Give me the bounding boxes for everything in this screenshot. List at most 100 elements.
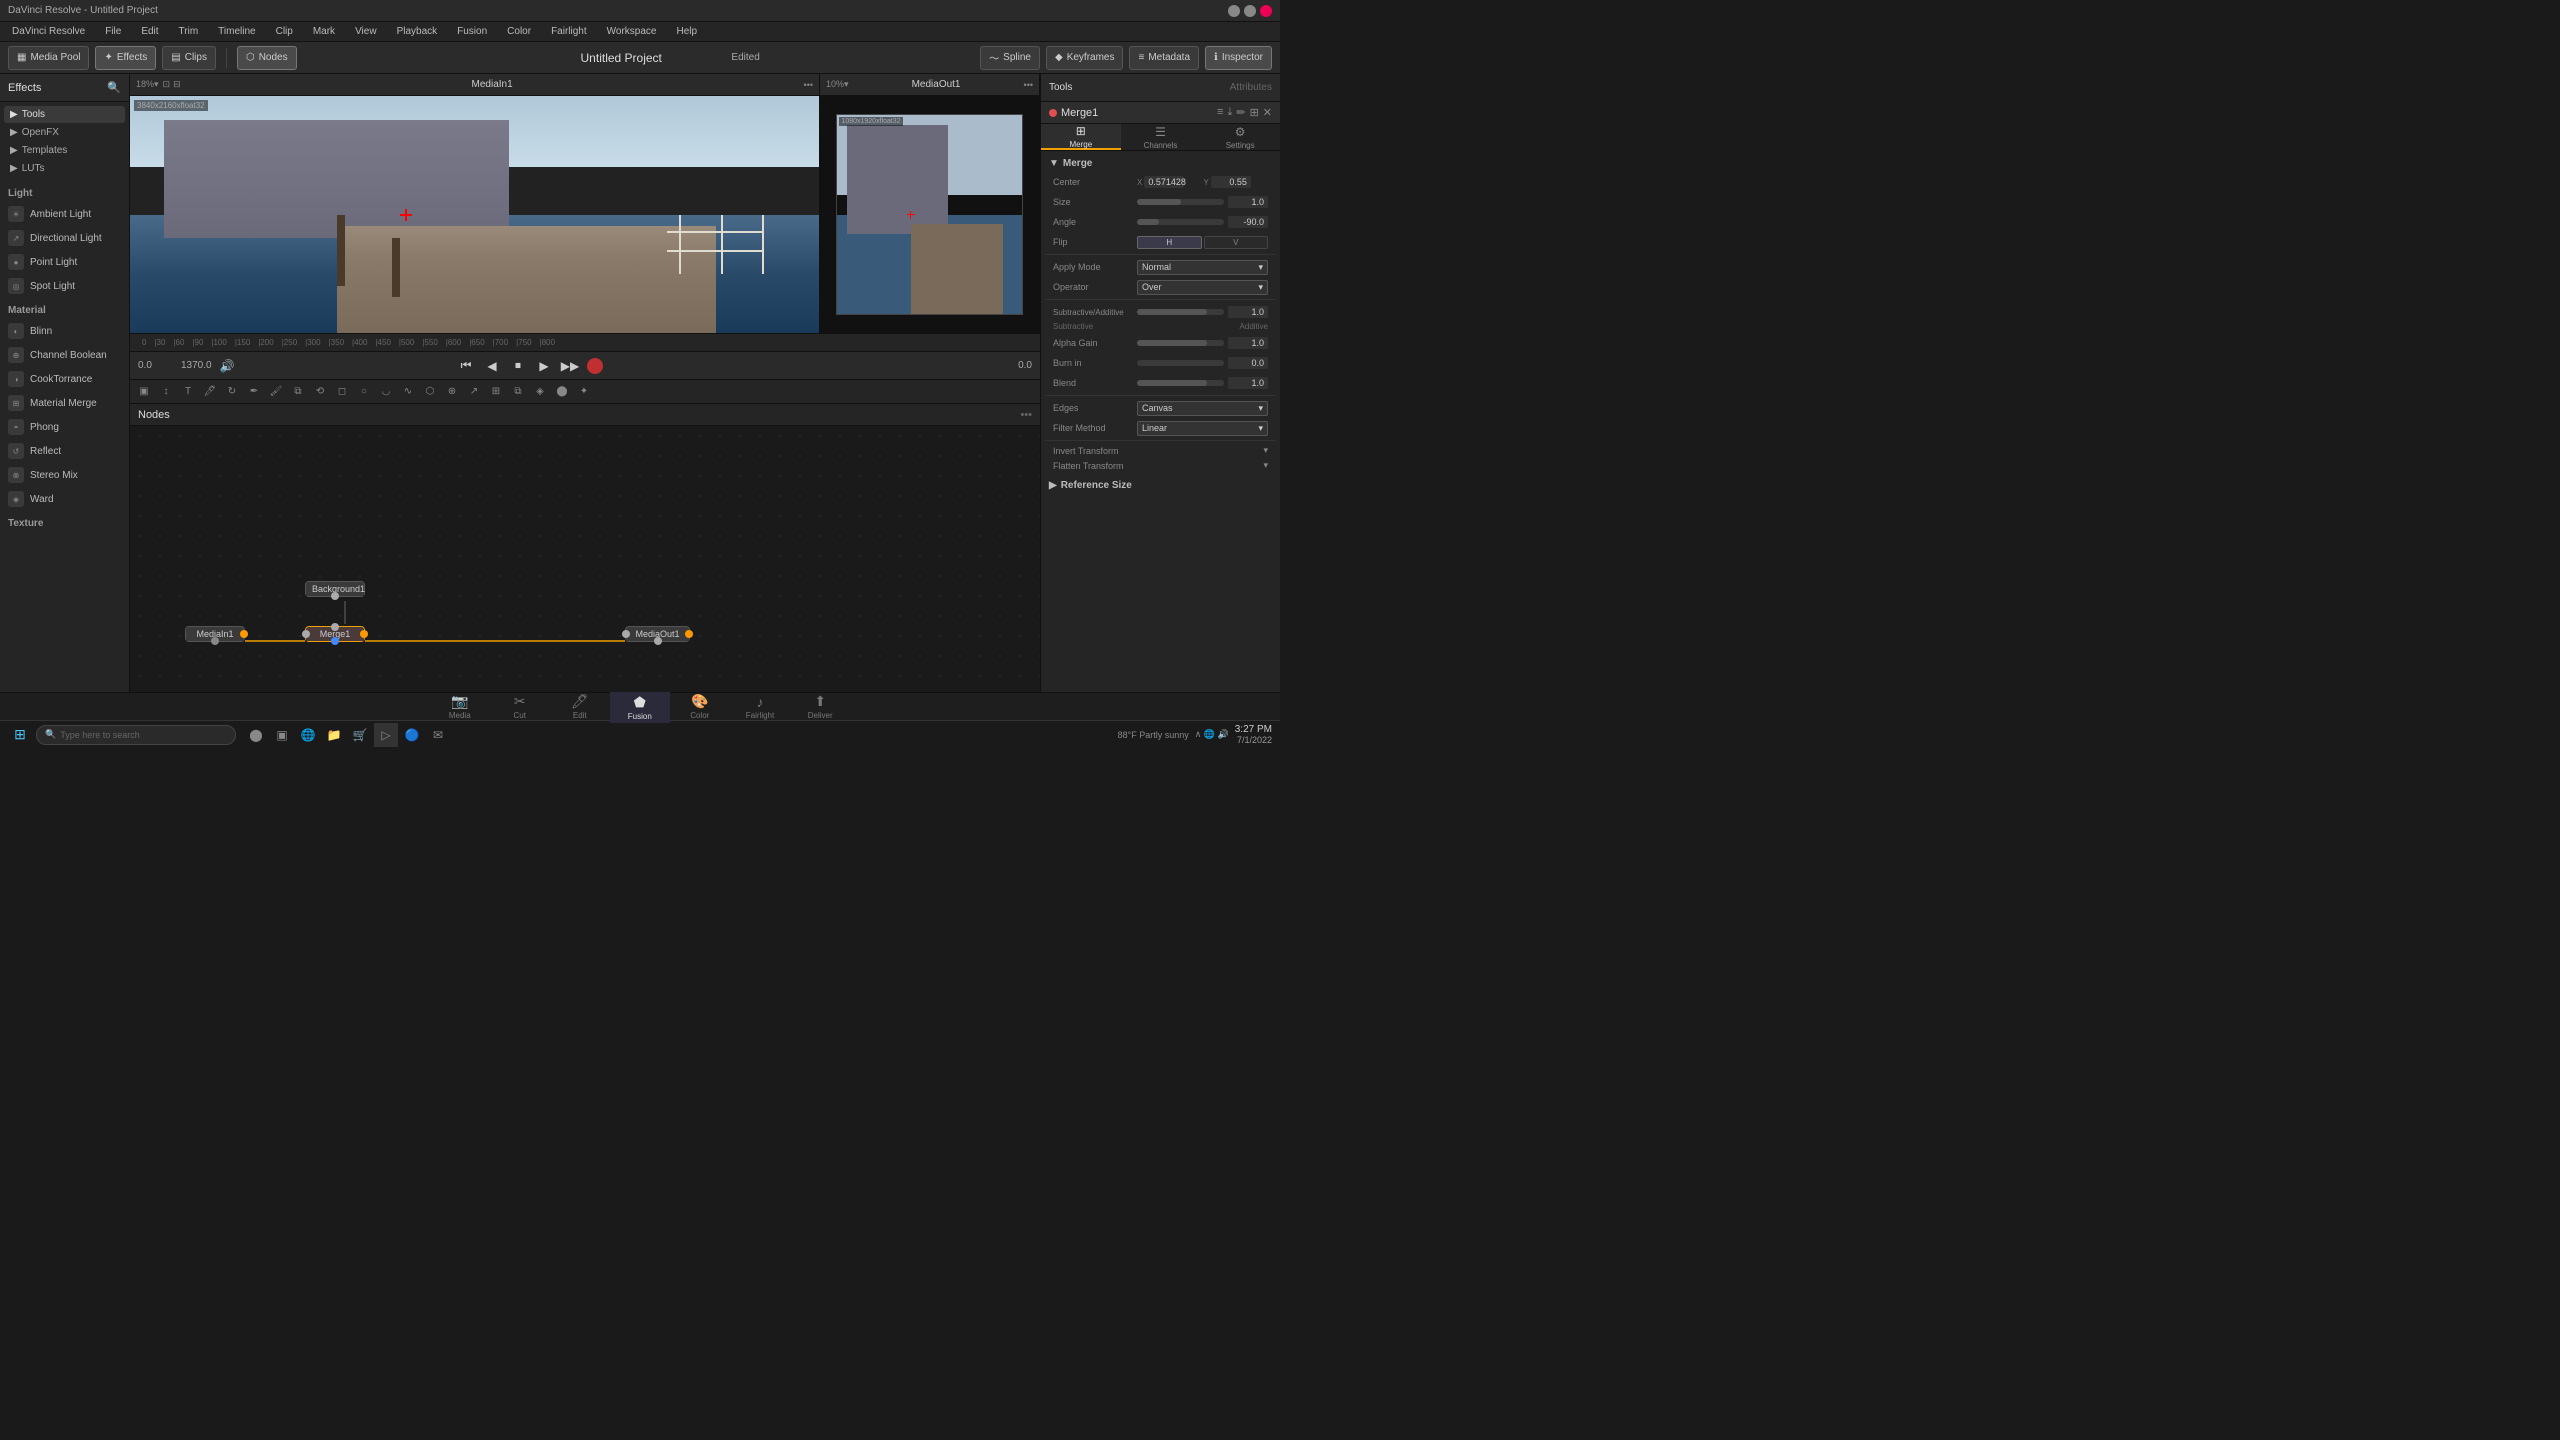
- phong-item[interactable]: ◓ Phong: [0, 415, 129, 439]
- channel-boolean-item[interactable]: ⊕ Channel Boolean: [0, 343, 129, 367]
- windows-search[interactable]: 🔍 Type here to search: [36, 725, 236, 745]
- node-merge1[interactable]: Merge1: [305, 626, 365, 642]
- point-light-item[interactable]: ● Point Light: [0, 250, 129, 274]
- right-zoom[interactable]: 10%▾: [826, 79, 849, 90]
- cooktorrance-item[interactable]: ◑ CookTorrance: [0, 367, 129, 391]
- nodes-more-icon[interactable]: •••: [1020, 409, 1032, 421]
- spline-button[interactable]: 〜 Spline: [980, 46, 1040, 70]
- menu-fusion[interactable]: Fusion: [453, 24, 491, 39]
- node-ctrl-2[interactable]: ⤓: [1227, 106, 1232, 119]
- apply-mode-dropdown[interactable]: Normal ▾: [1137, 260, 1268, 275]
- bg1-out-port[interactable]: [331, 592, 339, 600]
- task-icon-store[interactable]: 🛒: [348, 723, 372, 747]
- task-icon-widgets[interactable]: ⬤: [244, 723, 268, 747]
- burn-in-value[interactable]: 0.0: [1228, 357, 1268, 369]
- maximize-button[interactable]: [1244, 5, 1256, 17]
- inspector-tabs-attrs[interactable]: Attributes: [1230, 82, 1272, 93]
- insp-tab-settings[interactable]: ⚙ Settings: [1200, 124, 1280, 150]
- rotate-tool[interactable]: ↻: [222, 382, 242, 402]
- node-ctrl-3[interactable]: ✏: [1236, 106, 1245, 119]
- insp-tab-merge[interactable]: ⊞ Merge: [1041, 124, 1121, 150]
- task-icon-davinci[interactable]: ▷: [374, 723, 398, 747]
- node-mediain1[interactable]: MediaIn1: [185, 626, 245, 642]
- menu-clip[interactable]: Clip: [272, 24, 297, 39]
- left-viewer-more[interactable]: •••: [804, 80, 813, 90]
- loop-button[interactable]: [587, 358, 603, 374]
- magnify-tool[interactable]: ⊕: [442, 382, 462, 402]
- windows-start-button[interactable]: ⊞: [8, 723, 32, 747]
- left-tab-luts[interactable]: ▶ LUTs: [4, 160, 125, 177]
- mediain1-out-port[interactable]: [240, 630, 248, 638]
- left-tab-tools[interactable]: ▶ Tools: [4, 106, 125, 123]
- nav-media[interactable]: 📷 Media: [430, 690, 490, 723]
- menu-view[interactable]: View: [351, 24, 381, 39]
- nodes-button[interactable]: ⬡ Nodes: [237, 46, 297, 70]
- merge1-out-port[interactable]: [360, 630, 368, 638]
- keyframes-button[interactable]: ◆ Keyframes: [1046, 46, 1124, 70]
- menu-timeline[interactable]: Timeline: [214, 24, 259, 39]
- nav-color[interactable]: 🎨 Color: [670, 690, 730, 723]
- metadata-button[interactable]: ≡ Metadata: [1129, 46, 1199, 70]
- mask-tool[interactable]: ◻: [332, 382, 352, 402]
- menu-edit[interactable]: Edit: [137, 24, 162, 39]
- clone-tool[interactable]: ⧉: [288, 382, 308, 402]
- reflect-item[interactable]: ↺ Reflect: [0, 439, 129, 463]
- size-slider[interactable]: [1137, 199, 1224, 205]
- subadditive-value[interactable]: 1.0: [1228, 306, 1268, 318]
- insp-tab-channels[interactable]: ☰ Channels: [1121, 124, 1201, 150]
- polygon-tool[interactable]: ⬡: [420, 382, 440, 402]
- mediaout1-bottom-port[interactable]: [654, 637, 662, 645]
- center-x-value[interactable]: 0.571428: [1144, 176, 1184, 188]
- ambient-light-item[interactable]: ☀ Ambient Light: [0, 202, 129, 226]
- menu-davinci[interactable]: DaVinci Resolve: [8, 24, 89, 39]
- menu-workspace[interactable]: Workspace: [603, 24, 661, 39]
- nodes-canvas[interactable]: MediaIn1 Background1 Merge1: [130, 426, 1040, 692]
- inspector-tabs-tools[interactable]: Tools: [1049, 82, 1072, 93]
- stop-button[interactable]: ⏹: [509, 357, 527, 375]
- play-button[interactable]: ▶: [535, 357, 553, 375]
- effects-button[interactable]: ✦ Effects: [95, 46, 156, 70]
- prev-frame-button[interactable]: ◀: [483, 357, 501, 375]
- angle-slider[interactable]: [1137, 219, 1224, 225]
- merge1-bg-port[interactable]: [331, 623, 339, 631]
- task-icon-files[interactable]: 📁: [322, 723, 346, 747]
- burn-in-slider[interactable]: [1137, 360, 1224, 366]
- transform-tool[interactable]: ↕: [156, 382, 176, 402]
- bspline-tool[interactable]: ∿: [398, 382, 418, 402]
- merge1-in-port[interactable]: [302, 630, 310, 638]
- menu-file[interactable]: File: [101, 24, 125, 39]
- pen-tool[interactable]: ✒: [244, 382, 264, 402]
- warp-tool[interactable]: ⟲: [310, 382, 330, 402]
- size-value[interactable]: 1.0: [1228, 196, 1268, 208]
- nav-cut[interactable]: ✂ Cut: [490, 690, 550, 723]
- copy-tool[interactable]: ⧉: [508, 382, 528, 402]
- spot-light-item[interactable]: ◎ Spot Light: [0, 274, 129, 298]
- right-viewer-content[interactable]: 1080x1920xfloat32: [820, 96, 1039, 333]
- menu-color[interactable]: Color: [503, 24, 535, 39]
- select-tool[interactable]: ▣: [134, 382, 154, 402]
- alpha-gain-value[interactable]: 1.0: [1228, 337, 1268, 349]
- node-background1[interactable]: Background1: [305, 581, 365, 597]
- menu-mark[interactable]: Mark: [309, 24, 339, 39]
- node-ctrl-5[interactable]: ✕: [1263, 106, 1272, 119]
- color-tool[interactable]: ⬤: [552, 382, 572, 402]
- flatten-transform-row[interactable]: Flatten Transform ▾: [1045, 458, 1276, 473]
- close-button[interactable]: [1260, 5, 1272, 17]
- material-merge-item[interactable]: ⊞ Material Merge: [0, 391, 129, 415]
- directional-light-item[interactable]: ↗ Directional Light: [0, 226, 129, 250]
- extra-tool[interactable]: ◈: [530, 382, 550, 402]
- menu-playback[interactable]: Playback: [393, 24, 442, 39]
- left-viewer-content[interactable]: 3840x2160xfloat32: [130, 96, 819, 333]
- bezier-tool[interactable]: ◡: [376, 382, 396, 402]
- next-frame-button[interactable]: ▶▶: [561, 357, 579, 375]
- nav-edit[interactable]: 🖊 Edit: [550, 690, 610, 723]
- left-tab-openfx[interactable]: ▶ OpenFX: [4, 124, 125, 141]
- paint-tool[interactable]: 🖊: [200, 382, 220, 402]
- mediaout1-right-port[interactable]: [685, 630, 693, 638]
- angle-value[interactable]: -90.0: [1228, 216, 1268, 228]
- invert-transform-row[interactable]: Invert Transform ▾: [1045, 443, 1276, 458]
- edges-dropdown[interactable]: Canvas ▾: [1137, 401, 1268, 416]
- blinn-item[interactable]: ◐ Blinn: [0, 319, 129, 343]
- right-viewer-more[interactable]: •••: [1024, 80, 1033, 90]
- viewer-fit-icon[interactable]: ⊡: [163, 79, 171, 90]
